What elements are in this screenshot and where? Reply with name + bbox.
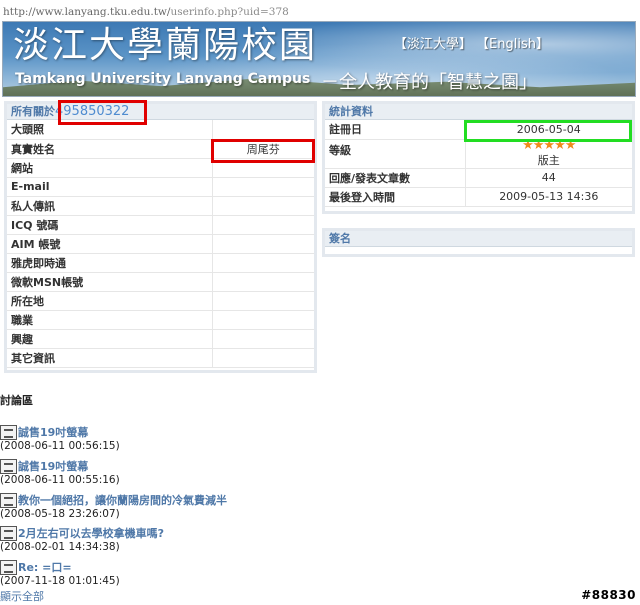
profile-row: E-mail (7, 177, 314, 197)
topic-title-link[interactable]: 誠售19吋螢幕 (18, 458, 88, 474)
register-date-highlight-box (464, 120, 632, 142)
topic-row: 誠售19吋螢幕 (0, 456, 120, 474)
profile-row: 雅虎即時通 (7, 253, 314, 273)
language-links: 【淡江大學】 【English】 (394, 33, 549, 52)
post-document-icon (0, 526, 17, 541)
rank-value: 版主 (537, 153, 560, 167)
topic-row: Re: =口= (0, 557, 120, 575)
url-host: http://www.lanyang.tku.edu.tw/ (3, 6, 171, 18)
topic-date: (2007-11-18 01:01:45) (0, 575, 120, 587)
profile-row: 私人傳訊 (7, 196, 314, 216)
profile-field-label: 網站 (7, 158, 213, 178)
banner-title-chinese: 淡江大學蘭陽校園 (13, 25, 318, 66)
profile-field-value (212, 253, 314, 273)
topic-date: (2008-02-01 14:34:38) (0, 541, 120, 553)
profile-field-label: 雅虎即時通 (7, 253, 213, 273)
rank-label: 等級 (325, 139, 466, 169)
signature-header: 簽名 (325, 231, 632, 247)
topic-date: (2008-06-11 00:55:16) (0, 474, 120, 486)
discussion-topic: 教你一個絕招，讓你蘭陽房間的冷氣費減半 (2008-05-18 23:26:07) (0, 490, 227, 521)
show-all-link[interactable]: 顯示全部 (0, 588, 44, 604)
topic-row: 誠售19吋螢幕 (0, 422, 120, 440)
profile-field-label: 真實姓名 (7, 139, 213, 159)
discussion-title: 討論區 (0, 394, 33, 407)
profile-header: 所有關於495850322 (7, 104, 314, 120)
post-document-icon (0, 459, 17, 474)
profile-field-label: 其它資訊 (7, 348, 213, 368)
profile-field-label: 私人傳訊 (7, 196, 213, 216)
discussion-topic: 2月左右可以去學校拿機車嗎? (2008-02-01 14:34:38) (0, 523, 164, 554)
uid-highlight-box (58, 100, 147, 125)
topic-title-link[interactable]: 誠售19吋螢幕 (18, 424, 88, 440)
profile-field-value (212, 310, 314, 330)
post-document-icon (0, 425, 17, 440)
profile-field-label: 職業 (7, 310, 213, 330)
profile-field-label: 興趣 (7, 329, 213, 349)
last-login-label: 最後登入時間 (325, 187, 466, 207)
profile-row: 大頭照 (7, 120, 314, 140)
posts-row: 回應/發表文章數 44 (325, 168, 632, 188)
profile-field-value (212, 329, 314, 349)
topic-date: (2008-05-18 23:26:07) (0, 508, 120, 520)
profile-row: AIM 帳號 (7, 234, 314, 254)
topic-row: 教你一個絕招，讓你蘭陽房間的冷氣費減半 (0, 490, 227, 508)
post-document-icon (0, 560, 17, 575)
profile-field-value (212, 272, 314, 292)
profile-field-value (212, 348, 314, 368)
posts-value: 44 (465, 168, 632, 188)
discussion-topic: 誠售19吋螢幕 (2008-06-11 00:56:15) (0, 422, 120, 453)
tku-link[interactable]: 【淡江大學】 (394, 37, 472, 52)
discussion-topic: Re: =口= (2007-11-18 01:01:45) (0, 557, 120, 588)
address-url[interactable]: http://www.lanyang.tku.edu.tw/userinfo.p… (3, 5, 633, 19)
url-path: userinfo.php?uid=378 (170, 6, 289, 18)
topic-title-link[interactable]: Re: =口= (18, 559, 72, 575)
profile-row: 其它資訊 (7, 348, 314, 368)
profile-row: 職業 (7, 310, 314, 330)
stats-header: 統計資料 (325, 104, 632, 120)
topic-title-link[interactable]: 2月左右可以去學校拿機車嗎? (18, 525, 164, 541)
profile-field-value (212, 196, 314, 216)
profile-header-prefix: 所有關於 (11, 105, 55, 118)
profile-field-value (212, 120, 314, 140)
profile-field-value (212, 177, 314, 197)
watermark: #88830 (581, 588, 636, 602)
register-label: 註冊日 (325, 120, 466, 140)
rank-cell: ★★★★★ 版主 (465, 139, 632, 169)
profile-field-value (212, 234, 314, 254)
profile-field-label: AIM 帳號 (7, 234, 213, 254)
profile-field-value (212, 291, 314, 311)
post-document-icon (0, 493, 17, 508)
profile-field-label: ICQ 號碼 (7, 215, 213, 235)
profile-row: 所在地 (7, 291, 314, 311)
name-highlight-box (211, 139, 315, 163)
profile-field-label: E-mail (7, 177, 213, 197)
topic-row: 2月左右可以去學校拿機車嗎? (0, 523, 164, 541)
topic-title-link[interactable]: 教你一個絕招，讓你蘭陽房間的冷氣費減半 (18, 492, 227, 508)
english-link[interactable]: 【English】 (476, 37, 549, 52)
profile-field-label: 微軟MSN帳號 (7, 272, 213, 292)
posts-label: 回應/發表文章數 (325, 168, 466, 188)
stats-panel: 統計資料 註冊日 2006-05-04 等級 ★★★★★ 版主 回應/發表文章數… (322, 101, 635, 214)
banner-slogan: －全人教育的「智慧之園」 (321, 72, 537, 93)
banner-title-english: Tamkang University Lanyang Campus (15, 71, 311, 87)
topic-date: (2008-06-11 00:56:15) (0, 440, 120, 452)
profile-row: 興趣 (7, 329, 314, 349)
last-login-row: 最後登入時間 2009-05-13 14:36 (325, 187, 632, 207)
profile-field-value (212, 215, 314, 235)
profile-field-label: 所在地 (7, 291, 213, 311)
signature-panel: 簽名 (322, 228, 635, 257)
discussion-topic: 誠售19吋螢幕 (2008-06-11 00:55:16) (0, 456, 120, 487)
profile-row: ICQ 號碼 (7, 215, 314, 235)
last-login-value: 2009-05-13 14:36 (465, 187, 632, 207)
rank-row: 等級 ★★★★★ 版主 (325, 139, 632, 169)
site-banner: 淡江大學蘭陽校園 Tamkang University Lanyang Camp… (2, 21, 636, 97)
profile-row: 微軟MSN帳號 (7, 272, 314, 292)
